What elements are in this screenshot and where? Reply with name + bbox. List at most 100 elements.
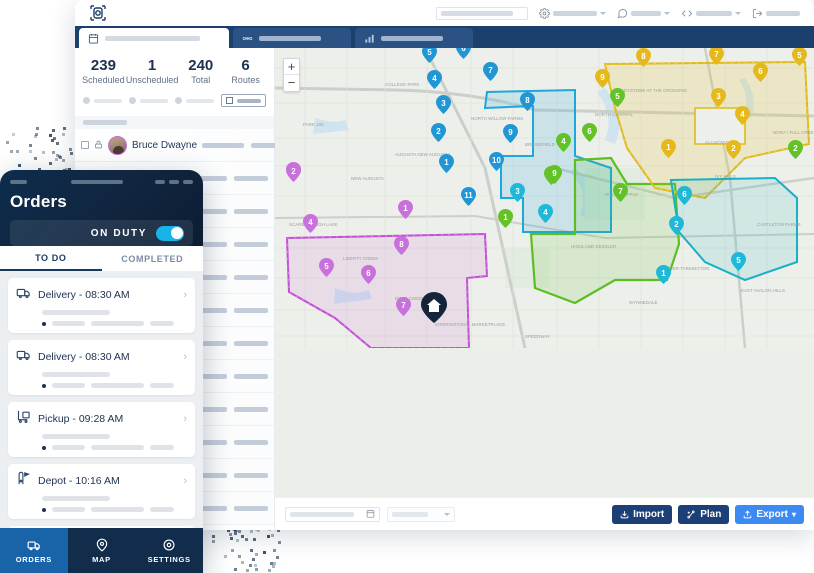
menu-support[interactable]	[617, 8, 670, 19]
meta-skeleton	[52, 507, 85, 512]
svg-text:NEW AUGUSTA: NEW AUGUSTA	[351, 176, 384, 181]
tab-routes[interactable]	[233, 28, 351, 48]
list-item[interactable]: Pickup - 09:28 AM ›	[8, 402, 195, 457]
map-pin-number: 1	[439, 155, 454, 170]
map-pin-number: 2	[726, 141, 741, 156]
export-button[interactable]: Export ▾	[735, 505, 804, 524]
chevron-right-icon[interactable]: ›	[183, 413, 187, 425]
tab-completed[interactable]: COMPLETED	[102, 246, 204, 271]
select-value-skeleton	[392, 512, 428, 517]
meta-skeleton	[150, 507, 174, 512]
filter-select[interactable]	[387, 507, 455, 522]
list-section-header	[75, 116, 274, 129]
date-input[interactable]	[285, 507, 380, 522]
meta-skeleton	[91, 445, 144, 450]
lock-icon	[94, 136, 103, 154]
mobile-app-overlay: Orders ON DUTY TO DO COMPLETED Delivery …	[0, 170, 203, 573]
stat-unscheduled: 1 Unscheduled	[126, 57, 179, 85]
map-toolbar: Import Plan Export ▾	[275, 497, 814, 530]
filter-chip-1[interactable]	[83, 97, 122, 104]
menu-settings[interactable]	[539, 8, 606, 19]
chevron-down-icon: ▾	[792, 510, 796, 519]
duty-label: ON DUTY	[91, 228, 147, 239]
row-skeleton-cells	[197, 308, 268, 313]
filter-label-skeleton	[94, 99, 122, 103]
map-zoom-out-button[interactable]: −	[284, 75, 299, 91]
duty-toggle[interactable]	[156, 226, 184, 241]
nav-orders[interactable]: ORDERS	[0, 528, 68, 573]
row-skeleton-cells	[197, 275, 268, 280]
list-item[interactable]: Depot - 10:16 AM ›	[8, 464, 195, 519]
menu-developer[interactable]	[681, 8, 741, 19]
main-nav-tabs	[75, 26, 814, 48]
map-pin-number: 4	[556, 134, 571, 149]
map-pin-number: 1	[656, 266, 671, 281]
map-canvas[interactable]: COLLEGE PARK PARK 100 NORTH WILLOW FARMS B…	[275, 48, 814, 497]
stats-row: 239 Scheduled 1 Unscheduled 240 Total 6 …	[75, 48, 274, 85]
order-title: Delivery - 08:30 AM	[38, 351, 130, 363]
row-skeleton-cells	[197, 440, 268, 445]
map-pin-number: 7	[396, 298, 411, 313]
svg-text:IVY HILLS: IVY HILLS	[715, 174, 736, 179]
filter-chip-2[interactable]	[129, 97, 168, 104]
search-placeholder-skeleton	[441, 11, 513, 16]
orders-list[interactable]: Delivery - 08:30 AM › Delivery - 08:30 AM ›…	[0, 271, 203, 537]
depot-home-marker[interactable]	[421, 292, 447, 323]
upload-icon	[743, 510, 752, 519]
map-pin-number: 7	[709, 48, 724, 62]
nav-settings[interactable]: SETTINGS	[135, 528, 203, 573]
chevron-down-icon	[735, 12, 741, 15]
nav-map-label: MAP	[92, 555, 111, 564]
table-row[interactable]: Bruce Dwayne	[75, 129, 274, 162]
map-pin-number: 8	[520, 93, 535, 108]
code-icon	[681, 8, 693, 19]
import-button[interactable]: Import	[612, 505, 672, 524]
global-search-input[interactable]	[436, 7, 528, 20]
row-skeleton-cells	[197, 242, 268, 247]
plan-button[interactable]: Plan	[678, 505, 729, 524]
list-item[interactable]: Delivery - 08:30 AM ›	[8, 278, 195, 333]
map-pin-number: 5	[610, 89, 625, 104]
phone-header: Orders ON DUTY	[0, 170, 203, 246]
status-notch-skeleton	[71, 180, 123, 184]
map-pin-number: 5	[731, 253, 746, 268]
chevron-right-icon[interactable]: ›	[183, 475, 187, 487]
stat-total: 240 Total	[178, 57, 223, 85]
chevron-right-icon[interactable]: ›	[183, 351, 187, 363]
order-address-skeleton	[42, 434, 110, 439]
tab-schedule[interactable]	[79, 28, 229, 48]
status-dot-icon	[42, 384, 46, 388]
map-zoom-controls[interactable]: + −	[283, 58, 300, 92]
select-all-button[interactable]	[221, 94, 266, 107]
stat-routes: 6 Routes	[223, 57, 268, 85]
tab-analytics[interactable]	[355, 28, 473, 48]
chevron-right-icon[interactable]: ›	[183, 289, 187, 301]
pickup-cart-icon	[16, 409, 31, 429]
row-skeleton-cells	[197, 473, 268, 478]
order-title: Depot - 10:16 AM	[38, 475, 120, 487]
map-pin-number: 3	[711, 89, 726, 104]
section-header-skeleton	[83, 120, 127, 125]
row-checkbox[interactable]	[81, 141, 89, 149]
export-button-label: Export	[756, 509, 788, 520]
order-meta	[42, 321, 187, 326]
list-item[interactable]: Delivery - 08:30 AM ›	[8, 340, 195, 395]
svg-text:NORA / FALL CREEK: NORA / FALL CREEK	[773, 130, 814, 135]
order-meta	[42, 383, 187, 388]
filter-chip-3[interactable]	[175, 97, 214, 104]
svg-text:NORTH CENTRAL: NORTH CENTRAL	[595, 112, 634, 117]
checkbox-icon	[226, 97, 233, 104]
chevron-down-icon	[664, 12, 670, 15]
status-icons	[155, 180, 193, 184]
nav-map[interactable]: MAP	[68, 528, 136, 573]
svg-text:WYNNEDALE: WYNNEDALE	[629, 300, 658, 305]
duty-toggle-row[interactable]: ON DUTY	[10, 220, 193, 246]
meta-skeleton	[150, 321, 174, 326]
map-zoom-in-button[interactable]: +	[284, 59, 299, 75]
menu-logout[interactable]	[752, 8, 800, 19]
row-skeleton-cells	[197, 374, 268, 379]
filter-label-skeleton	[140, 99, 168, 103]
map-pin-number: 1	[498, 210, 513, 225]
tab-schedule-label-skeleton	[105, 36, 200, 41]
tab-todo[interactable]: TO DO	[0, 246, 102, 271]
